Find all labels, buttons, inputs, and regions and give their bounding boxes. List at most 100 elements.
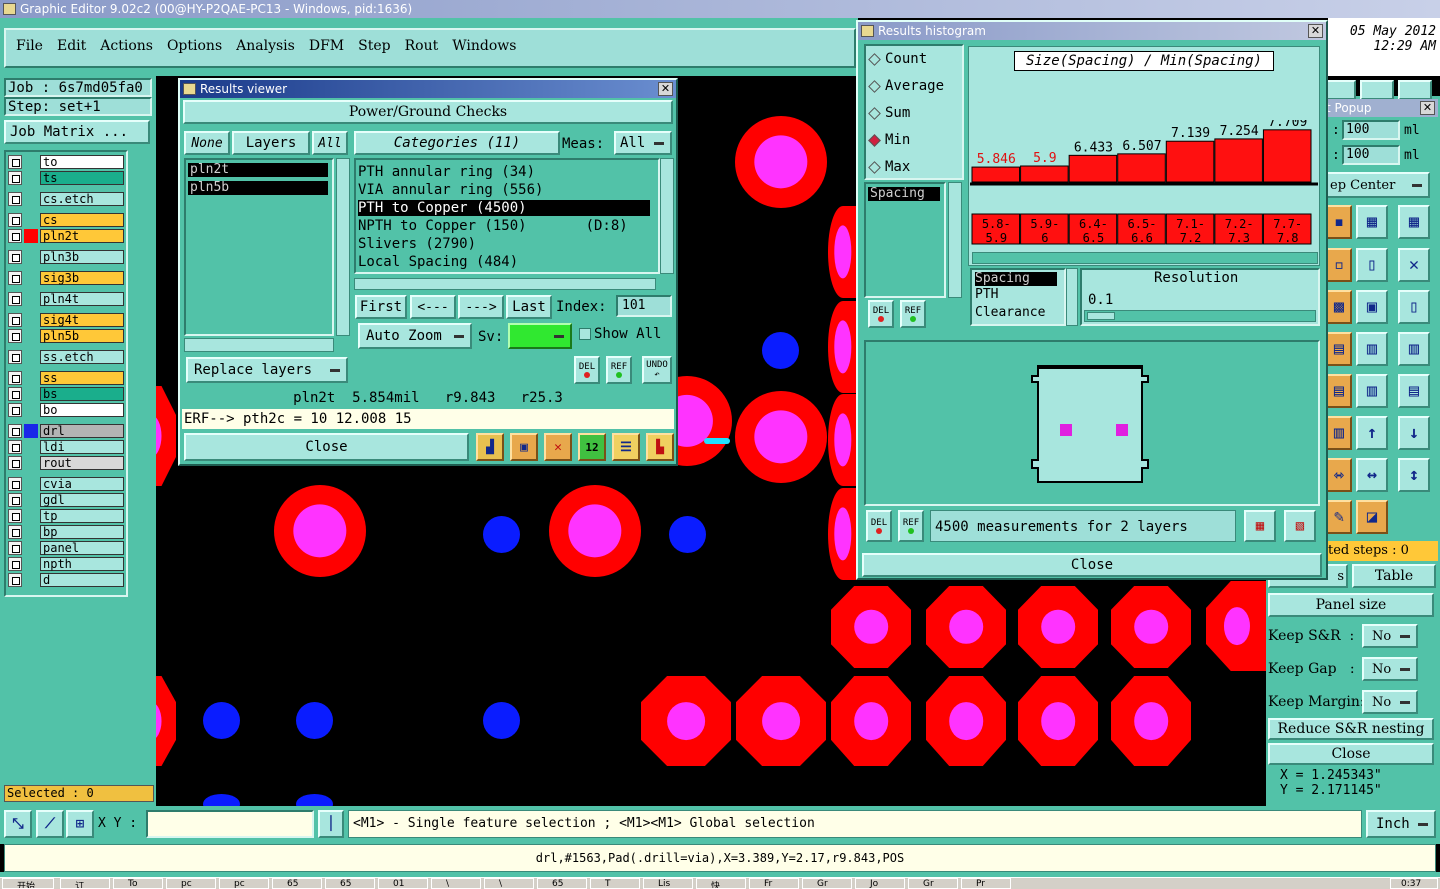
histogram-icon[interactable]: ▙ xyxy=(646,433,674,461)
start-button[interactable]: 开始 xyxy=(2,878,54,889)
compare-icon[interactable]: ▧ xyxy=(1284,510,1316,542)
histogram-close-button[interactable]: Close xyxy=(862,553,1322,577)
mode-radio-count[interactable]: Count xyxy=(868,50,927,68)
layer-row[interactable]: pln2t xyxy=(8,229,124,243)
layer-checkbox[interactable] xyxy=(8,292,22,306)
layer-checkbox[interactable] xyxy=(8,213,22,227)
layer-row[interactable]: cvia xyxy=(8,477,124,491)
step-tool-icon[interactable]: ▯ xyxy=(1356,248,1388,282)
categories-button[interactable]: Categories (11) xyxy=(354,131,560,155)
step-tool-icon[interactable]: ▥ xyxy=(1326,416,1352,450)
menu-rout[interactable]: Rout xyxy=(405,38,439,58)
layer-name[interactable]: cs xyxy=(40,213,124,227)
keep-sr-dropdown[interactable]: No xyxy=(1362,624,1418,648)
menu-options[interactable]: Options xyxy=(167,38,222,58)
measure-item[interactable]: Clearance xyxy=(975,304,1064,322)
step-tool-icon[interactable]: ▫ xyxy=(1326,248,1352,282)
undo-button[interactable]: UNDO ↶ xyxy=(642,356,672,384)
layer-checkbox[interactable] xyxy=(8,440,22,454)
histogram-hscroll[interactable] xyxy=(972,252,1318,264)
taskbar-item[interactable]: \ xyxy=(484,878,534,889)
close-icon[interactable]: ✕ xyxy=(1420,101,1435,115)
keep-margin-dropdown[interactable]: No xyxy=(1362,690,1418,714)
category-item-selected[interactable]: PTH to Copper (4500) xyxy=(358,200,650,216)
all-layers-button[interactable]: All xyxy=(312,131,348,155)
taskbar-item[interactable]: Gr xyxy=(908,878,958,889)
layer-row[interactable]: bp xyxy=(8,525,124,539)
layer-name[interactable]: d xyxy=(40,573,124,587)
taskbar-item[interactable]: 65 xyxy=(272,878,322,889)
layer-name[interactable]: to xyxy=(40,155,124,169)
layer-color-swatch[interactable] xyxy=(24,403,38,417)
meas-dropdown[interactable]: All xyxy=(614,131,672,155)
layer-row[interactable]: drl xyxy=(8,424,124,438)
layer-name[interactable]: bo xyxy=(40,403,124,417)
layer-checkbox[interactable] xyxy=(8,525,22,539)
report-icon[interactable]: ☰ xyxy=(612,433,640,461)
measure-tool-icon[interactable]: ⟋ xyxy=(36,810,64,838)
hist-del-button[interactable]: DEL xyxy=(868,300,894,328)
taskbar-item[interactable]: 订 xyxy=(60,878,110,889)
menu-actions[interactable]: Actions xyxy=(100,38,153,58)
layer-row[interactable]: ss.etch xyxy=(8,350,124,364)
xy-input[interactable] xyxy=(146,810,314,838)
ref-cross-icon[interactable]: ✕ xyxy=(544,433,572,461)
layer-row[interactable]: to xyxy=(8,155,124,169)
histogram-bar[interactable] xyxy=(1117,153,1166,183)
step-tool-icon[interactable]: ▩ xyxy=(1326,290,1352,324)
layer-row[interactable]: ts xyxy=(8,171,124,185)
step-tool-icon[interactable]: ▣ xyxy=(1356,290,1388,324)
right-close-button[interactable]: Close xyxy=(1268,743,1434,765)
layer-color-swatch[interactable] xyxy=(24,424,38,438)
spacing-list-item[interactable]: Spacing xyxy=(868,187,940,201)
layer-name[interactable]: ss.etch xyxy=(40,350,124,364)
layer-checkbox[interactable] xyxy=(8,171,22,185)
layer-color-swatch[interactable] xyxy=(24,525,38,539)
mode-radio-min[interactable]: Min xyxy=(868,131,910,149)
taskbar-item[interactable]: 01 xyxy=(378,878,428,889)
close-icon[interactable]: ✕ xyxy=(658,82,673,96)
export-icon[interactable]: ▦ xyxy=(1244,510,1276,542)
next-button[interactable]: ---> xyxy=(458,295,504,319)
layer-name[interactable]: ss xyxy=(40,371,124,385)
histogram-bar[interactable] xyxy=(1262,129,1312,183)
layer-row[interactable]: bs xyxy=(8,387,124,401)
mode-radio-sum[interactable]: Sum xyxy=(868,104,910,122)
histogram-bar[interactable] xyxy=(1068,154,1118,183)
mode-radio-average[interactable]: Average xyxy=(868,77,944,95)
zoom-result-icon[interactable]: ▣ xyxy=(510,433,538,461)
ref-button[interactable]: REF xyxy=(606,356,632,384)
measure-item[interactable]: PTH xyxy=(975,286,1064,304)
layer-row[interactable]: ss xyxy=(8,371,124,385)
step-tool-icon[interactable]: ↓ xyxy=(1398,416,1430,450)
categories-hscroll[interactable] xyxy=(354,278,656,290)
measure-list-scrollbar[interactable] xyxy=(1066,268,1078,326)
layer-row[interactable]: d xyxy=(8,573,124,587)
menu-edit[interactable]: Edit xyxy=(57,38,86,58)
keep-gap-dropdown[interactable]: No xyxy=(1362,657,1418,681)
histogram-bar[interactable] xyxy=(971,166,1021,183)
results-close-button[interactable]: Close xyxy=(184,433,469,461)
step-center-dropdown[interactable]: ep Center xyxy=(1326,172,1430,198)
step-tool-icon[interactable]: ▤ xyxy=(1398,374,1430,408)
layers-button[interactable]: Layers xyxy=(232,131,310,155)
layer-row[interactable]: tp xyxy=(8,509,124,523)
none-button[interactable]: None xyxy=(184,131,230,155)
layer-color-swatch[interactable] xyxy=(24,493,38,507)
layer-color-swatch[interactable] xyxy=(24,371,38,385)
layer-color-swatch[interactable] xyxy=(24,271,38,285)
step-tool-icon[interactable]: ↑ xyxy=(1356,416,1388,450)
taskbar-item[interactable]: Lis xyxy=(643,878,693,889)
hist-ref-button[interactable]: REF xyxy=(900,300,926,328)
step-value-1[interactable]: 100 xyxy=(1342,120,1400,140)
select-tool-icon[interactable]: ⤡ xyxy=(4,810,32,838)
step-tool-icon[interactable]: ▥ xyxy=(1356,374,1388,408)
category-item[interactable]: Local Spacing (484) xyxy=(358,253,658,271)
layer-color-swatch[interactable] xyxy=(24,229,38,243)
layer-checkbox[interactable] xyxy=(8,155,22,169)
step-tool-icon[interactable]: ▪ xyxy=(1326,205,1352,239)
layer-checkbox[interactable] xyxy=(8,456,22,470)
layer-name[interactable]: pln2t xyxy=(40,229,124,243)
layer-color-swatch[interactable] xyxy=(24,440,38,454)
layer-color-swatch[interactable] xyxy=(24,387,38,401)
